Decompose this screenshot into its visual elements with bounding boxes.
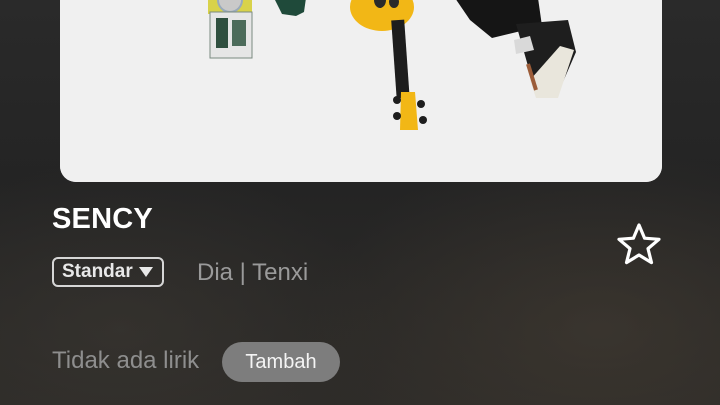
- album-artwork-image: [60, 0, 662, 182]
- artist-name[interactable]: Dia | Tenxi: [197, 259, 308, 287]
- add-lyrics-label: Tambah: [245, 350, 317, 373]
- quality-dropdown[interactable]: Standar: [52, 257, 164, 287]
- favorite-button[interactable]: [612, 218, 666, 272]
- song-title: SENCY: [52, 203, 153, 235]
- quality-label: Standar: [62, 261, 133, 282]
- star-outline-icon: [617, 223, 661, 265]
- add-lyrics-button[interactable]: Tambah: [222, 342, 340, 382]
- no-lyrics-text: Tidak ada lirik: [52, 347, 200, 374]
- album-artwork: [60, 0, 662, 182]
- triangle-down-icon: [138, 267, 153, 277]
